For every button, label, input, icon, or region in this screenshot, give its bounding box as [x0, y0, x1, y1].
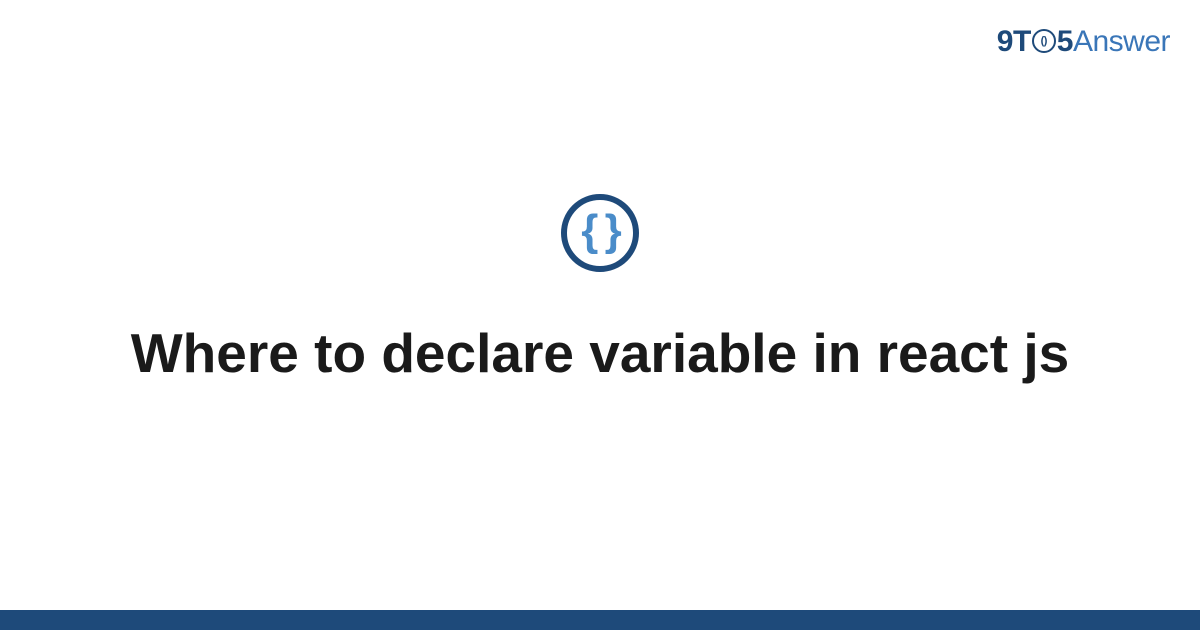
- page-title: Where to declare variable in react js: [131, 320, 1069, 386]
- footer-bar: [0, 610, 1200, 630]
- logo-nine: 9: [997, 25, 1013, 58]
- logo-t: T: [1013, 25, 1031, 58]
- site-logo: 9T()5Answer: [997, 25, 1170, 59]
- clock-icon: (): [1032, 29, 1056, 53]
- logo-five: 5: [1057, 25, 1073, 58]
- clock-icon-wrap: (): [1031, 29, 1057, 53]
- main-content: { } Where to declare variable in react j…: [0, 0, 1200, 630]
- topic-badge: { }: [561, 194, 639, 272]
- logo-answer: Answer: [1073, 25, 1170, 58]
- braces-icon: { }: [581, 209, 618, 253]
